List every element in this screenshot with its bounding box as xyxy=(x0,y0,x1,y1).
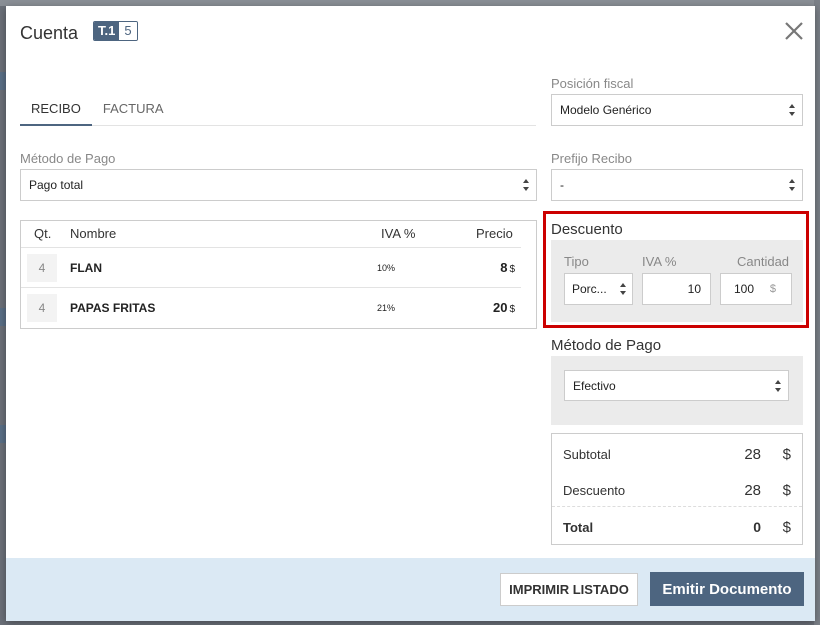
subtotal-value: 28 xyxy=(744,446,761,463)
print-list-button[interactable]: IMPRIMIR LISTADO xyxy=(500,573,638,606)
total-row: Total 0 $ xyxy=(552,508,802,544)
tab-recibo[interactable]: RECIBO xyxy=(20,94,92,126)
pago-method-select[interactable]: Efectivo xyxy=(564,370,789,401)
row-price-currency: $ xyxy=(509,304,515,315)
descuento-cantidad-label: Cantidad xyxy=(737,254,790,269)
table-row[interactable]: 4 PAPAS FRITAS 21% 20 $ xyxy=(21,288,521,328)
total-label: Total xyxy=(563,520,594,535)
descuento-tipo-label: Tipo xyxy=(564,254,589,269)
select-arrows-icon xyxy=(620,283,626,295)
descuento-total-value: 28 xyxy=(744,482,761,499)
subtotal-row: Subtotal 28 $ xyxy=(552,435,802,471)
select-arrows-icon xyxy=(775,380,781,392)
document-tabs: RECIBO FACTURA xyxy=(20,94,536,126)
modal-header: Cuenta T.1 5 xyxy=(6,6,815,60)
descuento-iva-input[interactable]: 10 xyxy=(642,273,711,305)
metodo-pago-panel: Efectivo xyxy=(551,356,803,425)
descuento-iva-value: 10 xyxy=(687,282,701,296)
prefijo-recibo-value: - xyxy=(560,178,564,192)
totals-box: Subtotal 28 $ Descuento 28 $ Total 0 $ xyxy=(551,433,803,545)
posicion-fiscal-select[interactable]: Modelo Genérico xyxy=(551,94,803,126)
col-name: Nombre xyxy=(70,226,117,241)
products-table: Qt. Nombre IVA % Precio 4 FLAN 10% 8 $ 4 … xyxy=(20,220,537,329)
descuento-row: Descuento 28 $ xyxy=(552,471,802,507)
emit-document-button[interactable]: Emitir Documento xyxy=(650,572,804,606)
select-arrows-icon xyxy=(789,104,795,116)
descuento-cantidad-currency: $ xyxy=(769,283,776,295)
subtotal-label: Subtotal xyxy=(563,447,611,462)
metodo-pago-value: Pago total xyxy=(29,178,84,192)
descuento-cantidad-value: 100 xyxy=(734,282,755,296)
subtotal-currency: $ xyxy=(782,446,791,463)
descuento-panel: Tipo IVA % Cantidad Porc... 10 100 $ xyxy=(551,240,803,322)
row-iva: 10% xyxy=(377,263,396,273)
total-currency: $ xyxy=(782,519,791,536)
col-iva: IVA % xyxy=(381,226,416,241)
products-table-header: Qt. Nombre IVA % Precio xyxy=(21,221,521,248)
cuenta-modal: Cuenta T.1 5 RECIBO FACTURA Método de Pa… xyxy=(6,6,815,621)
col-price: Precio xyxy=(476,226,513,241)
row-name: PAPAS FRITAS xyxy=(70,301,156,315)
row-price-currency: $ xyxy=(509,264,515,275)
total-value: 0 xyxy=(753,519,761,535)
select-arrows-icon xyxy=(789,179,795,191)
table-count: 5 xyxy=(119,22,137,40)
row-name: FLAN xyxy=(70,261,102,275)
metodo-pago-select[interactable]: Pago total xyxy=(20,169,537,201)
descuento-total-label: Descuento xyxy=(563,483,626,498)
table-badge: T.1 5 xyxy=(93,21,138,41)
descuento-tipo-value: Porc... xyxy=(572,282,607,296)
row-price: 8 $ xyxy=(500,260,515,275)
modal-footer: IMPRIMIR LISTADO Emitir Documento xyxy=(6,558,815,621)
tab-factura[interactable]: FACTURA xyxy=(92,94,175,126)
metodo-pago-title: Método de Pago xyxy=(551,337,662,354)
close-button[interactable] xyxy=(783,20,805,42)
descuento-tipo-select[interactable]: Porc... xyxy=(564,273,633,305)
table-label: T.1 xyxy=(94,22,120,40)
descuento-cantidad-input[interactable]: 100 $ xyxy=(720,273,792,305)
row-qty[interactable]: 4 xyxy=(27,254,57,282)
prefijo-recibo-select[interactable]: - xyxy=(551,169,803,201)
row-price-value: 20 xyxy=(492,300,508,315)
row-price: 20 $ xyxy=(493,300,515,315)
col-qty: Qt. xyxy=(34,226,52,241)
metodo-pago-label: Método de Pago xyxy=(20,151,116,166)
row-qty[interactable]: 4 xyxy=(27,294,57,322)
posicion-fiscal-value: Modelo Genérico xyxy=(560,103,652,117)
descuento-iva-label: IVA % xyxy=(642,254,677,269)
descuento-title: Descuento xyxy=(551,221,623,238)
table-row[interactable]: 4 FLAN 10% 8 $ xyxy=(21,248,521,288)
select-arrows-icon xyxy=(523,179,529,191)
pago-method-value: Efectivo xyxy=(573,378,616,393)
posicion-fiscal-label: Posición fiscal xyxy=(551,76,634,91)
row-iva: 21% xyxy=(377,303,396,313)
prefijo-recibo-label: Prefijo Recibo xyxy=(551,151,632,166)
close-icon xyxy=(785,22,803,40)
modal-title: Cuenta xyxy=(20,23,79,43)
row-price-value: 8 xyxy=(500,260,508,275)
descuento-total-currency: $ xyxy=(782,482,791,499)
